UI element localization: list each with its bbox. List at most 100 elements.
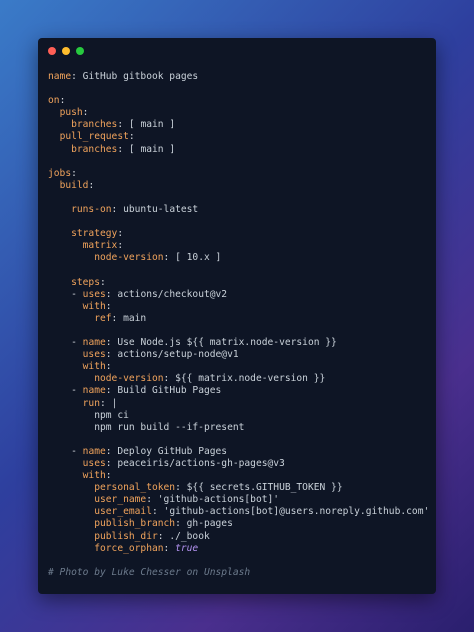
yaml-key: branches <box>71 143 118 155</box>
yaml-value: [ main ] <box>128 119 176 131</box>
code-line: on: <box>48 95 430 107</box>
yaml-key: steps <box>71 276 100 288</box>
yaml-key: matrix <box>82 240 118 252</box>
minimize-dot-icon[interactable] <box>62 47 70 55</box>
code-line: publish_dir: ./_book <box>48 531 430 543</box>
yaml-value: main <box>123 312 147 324</box>
code-block: name: GitHub gitbook pages on: push: bran… <box>48 71 430 579</box>
list-dash: - <box>71 385 83 397</box>
yaml-key: strategy <box>71 228 118 240</box>
yaml-key: force_orphan <box>94 542 164 554</box>
yaml-key: ref <box>94 312 112 324</box>
colon: : <box>105 361 112 373</box>
yaml-key: user_name <box>94 494 147 506</box>
yaml-key: run <box>82 397 100 409</box>
yaml-value: ./_book <box>169 530 210 542</box>
maximize-dot-icon[interactable] <box>76 47 84 55</box>
code-line: user_email: 'github-actions[bot]@users.n… <box>48 506 430 518</box>
code-line: publish_branch: gh-pages <box>48 518 430 530</box>
yaml-value: ${{ secrets.GITHUB_TOKEN }} <box>186 482 343 494</box>
code-line: strategy: <box>48 228 430 240</box>
yaml-key: name <box>48 71 72 82</box>
code-line: runs-on: ubuntu-latest <box>48 204 430 216</box>
yaml-key: publish_dir <box>94 530 158 542</box>
yaml-value: | <box>111 397 118 409</box>
code-line: force_orphan: true <box>48 543 430 555</box>
code-line: uses: peaceiris/actions-gh-pages@v3 <box>48 458 430 470</box>
code-line: uses: actions/setup-node@v1 <box>48 349 430 361</box>
code-line: with: <box>48 301 430 313</box>
yaml-key: name <box>82 337 106 349</box>
code-line: - uses: actions/checkout@v2 <box>48 289 430 301</box>
yaml-value: Deploy GitHub Pages <box>117 445 228 457</box>
colon: : <box>117 240 124 252</box>
list-dash: - <box>71 445 83 457</box>
window-controls <box>48 47 84 55</box>
code-line: with: <box>48 361 430 373</box>
code-comment: # Photo by Luke Chesser on Unsplash <box>48 566 251 578</box>
code-line: run: | <box>48 398 430 410</box>
close-dot-icon[interactable] <box>48 47 56 55</box>
code-line: with: <box>48 470 430 482</box>
code-line: npm ci <box>48 410 430 422</box>
yaml-value: [ 10.x ] <box>175 252 222 264</box>
yaml-value: ${{ matrix.node-version }} <box>175 373 326 385</box>
code-line: matrix: <box>48 240 430 252</box>
code-line: branches: [ main ] <box>48 144 430 156</box>
colon: : <box>128 131 135 143</box>
yaml-key: uses <box>82 288 106 300</box>
code-line: branches: [ main ] <box>48 119 430 131</box>
yaml-key: with <box>82 300 106 312</box>
yaml-key: name <box>82 445 106 457</box>
colon: : <box>59 95 66 107</box>
colon: : <box>71 167 77 179</box>
yaml-key: name <box>82 385 106 397</box>
yaml-value: 'github-actions[bot]@users.noreply.githu… <box>163 506 430 518</box>
code-line: personal_token: ${{ secrets.GITHUB_TOKEN… <box>48 482 430 494</box>
code-line: - name: Build GitHub Pages <box>48 385 430 397</box>
code-line: steps: <box>48 277 430 289</box>
code-line: jobs: <box>48 168 430 180</box>
yaml-key: on <box>48 95 60 107</box>
yaml-key: with <box>82 470 106 482</box>
yaml-value: ubuntu-latest <box>123 204 199 216</box>
yaml-value: GitHub gitbook pages <box>82 71 199 82</box>
code-line: build: <box>48 180 430 192</box>
colon: : <box>82 107 89 119</box>
yaml-key: pull_request <box>59 131 129 143</box>
yaml-value: actions/checkout@v2 <box>117 288 228 300</box>
yaml-key: branches <box>71 119 118 131</box>
yaml-value: [ main ] <box>128 143 176 155</box>
yaml-value: peaceiris/actions-gh-pages@v3 <box>117 458 285 469</box>
code-window: name: GitHub gitbook pages on: push: bran… <box>38 38 436 594</box>
code-line: # Photo by Luke Chesser on Unsplash <box>48 567 430 579</box>
yaml-value: actions/setup-node@v1 <box>117 349 239 361</box>
yaml-key: build <box>59 179 89 191</box>
code-line: pull_request: <box>48 131 430 143</box>
code-line: user_name: 'github-actions[bot]' <box>48 494 430 506</box>
